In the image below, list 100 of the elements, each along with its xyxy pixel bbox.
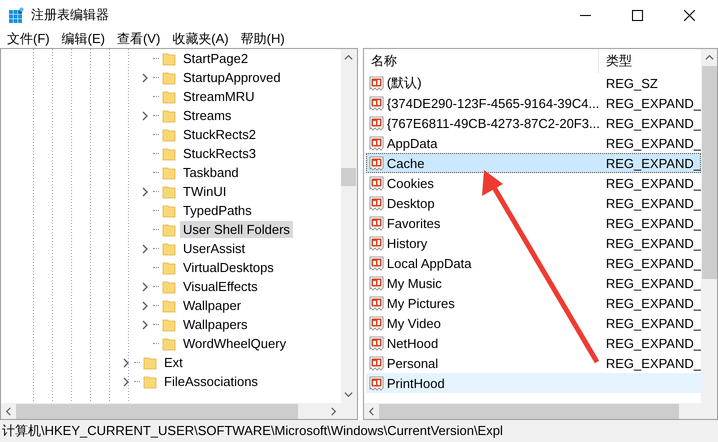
scroll-thumb[interactable] [16,404,298,418]
value-row[interactable]: Cache REG_EXPAND_ [366,153,701,173]
value-type: REG_EXPAND_ [604,216,701,230]
tree-item[interactable]: UserAssist [180,240,248,257]
window-title: 注册表编辑器 [31,6,110,24]
value-name: Personal [386,356,438,370]
string-value-icon [368,295,385,311]
tree-item[interactable]: Wallpapers [180,316,251,333]
value-row[interactable]: AppData REG_EXPAND_ [366,133,701,153]
string-value-icon [368,175,385,191]
value-name: Cache [386,156,424,170]
value-row[interactable]: Favorites REG_EXPAND_ [366,213,701,233]
value-row[interactable]: Personal REG_EXPAND_ [366,353,701,373]
string-value-icon [368,195,385,211]
tree-item[interactable]: StreamMRU [180,88,258,105]
maximize-icon [632,10,642,20]
folder-icon [162,336,176,350]
menu-item[interactable]: 帮助(H) [236,30,290,48]
value-type: REG_EXPAND_ [604,236,701,250]
value-row[interactable]: History REG_EXPAND_ [366,233,701,253]
value-row[interactable]: My Pictures REG_EXPAND_ [366,293,701,313]
value-row[interactable]: Local AppData REG_EXPAND_ [366,253,701,273]
value-row[interactable]: {374DE290-123F-4565-9164-39C4... REG_EXPAND_ [366,93,701,113]
value-name: Cookies [386,176,434,190]
horizontal-scrollbar[interactable] [364,403,717,419]
tree-item[interactable]: Wallpaper [180,297,244,314]
tree-item[interactable]: WordWheelQuery [180,335,290,352]
string-value-icon [368,115,385,131]
value-name: My Pictures [386,296,455,310]
string-value-icon [368,215,385,231]
value-row[interactable]: My Music REG_EXPAND_ [366,273,701,293]
value-type: REG_EXPAND_ [604,96,701,110]
string-value-icon [368,235,385,251]
value-name: NetHood [386,336,438,350]
string-value-icon [368,155,385,171]
scroll-thumb[interactable] [378,404,679,418]
value-row[interactable]: NetHood REG_EXPAND_ [366,333,701,353]
tree-item[interactable]: TypedPaths [180,202,255,219]
horizontal-scrollbar[interactable] [1,403,341,419]
folder-icon [143,374,157,388]
vertical-scrollbar[interactable] [701,49,717,403]
scroll-right-icon[interactable] [328,406,338,416]
scroll-left-icon[interactable] [366,406,376,416]
string-value-icon [368,335,385,351]
scroll-up-icon[interactable] [704,53,714,62]
tree-item[interactable]: User Shell Folders [180,221,293,238]
folder-icon [143,356,157,370]
folder-icon [162,280,176,294]
value-type: REG_EXPAND_ [604,276,701,290]
tree-item[interactable]: StuckRects2 [180,126,259,143]
value-row[interactable]: Desktop REG_EXPAND_ [366,193,701,213]
string-value-icon [368,315,385,331]
value-type: REG_EXPAND_ [604,136,701,150]
value-name: Desktop [386,196,435,210]
scroll-up-icon[interactable] [344,53,354,62]
tree-item[interactable]: FileAssociations [161,373,261,390]
menu-item[interactable]: 查看(V) [112,30,166,48]
tree-item[interactable]: Ext [161,354,186,371]
value-name: My Music [386,276,442,290]
tree-item[interactable]: Taskband [180,164,242,181]
tree-item[interactable]: StartPage2 [180,50,252,67]
vertical-scrollbar[interactable] [340,49,357,403]
scroll-thumb[interactable] [341,168,356,186]
value-type: REG_EXPAND_ [604,176,701,190]
scroll-thumb[interactable] [702,66,716,279]
folder-icon [162,260,176,274]
folder-icon [162,128,176,142]
folder-icon [162,70,176,84]
value-name: My Video [386,316,441,330]
tree-item[interactable]: StuckRects3 [180,145,259,162]
value-type: REG_SZ [604,76,659,90]
value-name: History [386,236,428,250]
scroll-down-icon[interactable] [344,390,354,399]
value-type: REG_EXPAND_ [604,336,701,350]
string-value-icon [368,275,385,291]
tree-item[interactable]: VisualEffects [180,278,261,295]
menu-item[interactable]: 文件(F) [2,30,55,48]
value-row[interactable]: PrintHood [366,373,701,393]
value-row[interactable]: {767E6811-49CB-4273-87C2-20F3... REG_EXPAND_ [366,113,701,133]
value-row[interactable]: My Video REG_EXPAND_ [366,313,701,333]
value-row[interactable]: (默认) REG_SZ [366,73,701,93]
tree-item[interactable]: VirtualDesktops [180,259,277,276]
menu-item[interactable]: 收藏夹(A) [167,30,234,48]
folder-icon [162,318,176,332]
folder-icon [162,184,176,198]
folder-icon [162,242,176,256]
value-row[interactable]: Cookies REG_EXPAND_ [366,173,701,193]
value-name: {374DE290-123F-4565-9164-39C4... [386,96,600,110]
menu-item[interactable]: 编辑(E) [56,30,110,48]
string-value-icon [368,355,385,371]
folder-icon [162,52,176,66]
tree-item[interactable]: TWinUI [180,183,230,200]
string-value-icon [368,95,385,111]
folder-icon [162,204,176,218]
column-header[interactable]: 名称 [364,49,599,73]
column-header[interactable]: 类型 [598,49,701,73]
tree-item[interactable]: Streams [180,107,234,124]
tree-item[interactable]: StartupApproved [180,69,284,86]
scroll-left-icon[interactable] [4,406,13,416]
value-name: Local AppData [386,256,472,270]
